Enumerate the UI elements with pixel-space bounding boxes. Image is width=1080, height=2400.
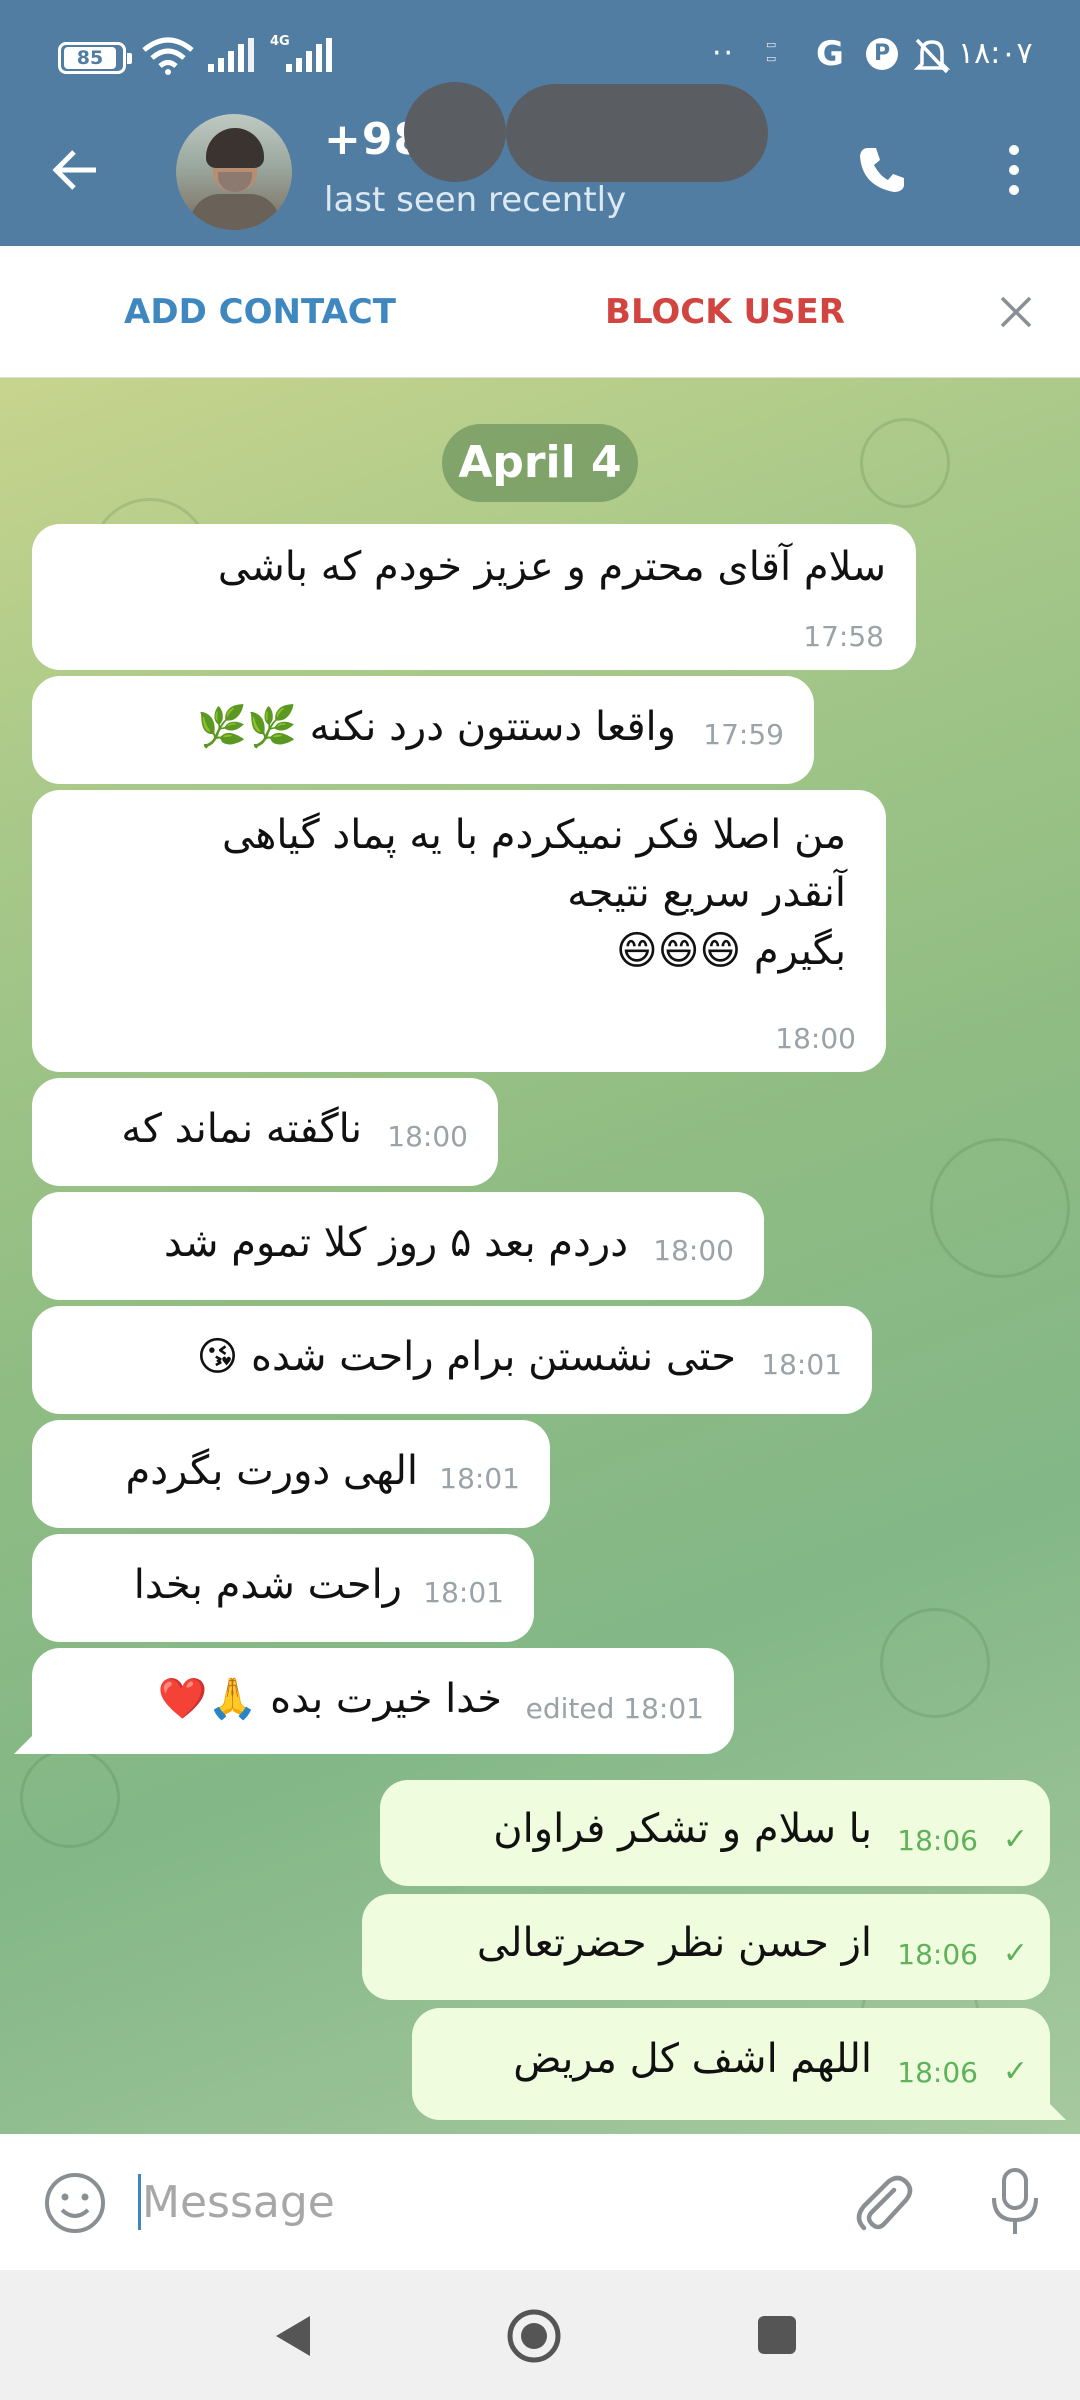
background-doodle (930, 1138, 1070, 1278)
message-text: واقعا دستتون درد نکنه 🌿🌿 (197, 704, 676, 750)
incoming-message[interactable]: خدا خیرت بده 🙏❤️ edited 18:01 (32, 1648, 734, 1754)
message-text: با سلام و تشکر فراوان (493, 1806, 872, 1852)
chat-area[interactable]: April 4 سلام آقای محترم و عزیز خودم که ب… (0, 378, 1080, 2134)
avatar[interactable] (176, 114, 292, 230)
pinterest-icon: P (866, 38, 898, 70)
more-vert-icon[interactable] (1002, 142, 1026, 198)
background-doodle (860, 418, 950, 508)
incoming-message[interactable]: راحت شدم بخدا 18:01 (32, 1534, 534, 1642)
last-seen-status: last seen recently (324, 180, 627, 220)
system-navigation-bar (0, 2270, 1080, 2400)
close-icon[interactable] (998, 294, 1034, 330)
message-text: حتی نشستن برام راحت شده 😘 (196, 1334, 736, 1380)
incoming-message[interactable]: الهی دورت بگردم 18:01 (32, 1420, 550, 1528)
read-check-icon: ✓ (1002, 1936, 1028, 1971)
message-time: 18:06 (897, 2056, 978, 2089)
message-text: از حسن نظر حضرتعالی (476, 1920, 872, 1966)
message-composer (0, 2134, 1080, 2270)
message-text: دردم بعد ۵ روز کلا تموم شد (164, 1220, 628, 1266)
arrow-left-icon[interactable] (50, 144, 102, 196)
message-time: 18:00 (653, 1234, 734, 1267)
signal-icon (286, 38, 332, 72)
message-time: 17:58 (803, 620, 884, 653)
battery-icon: 85 (58, 42, 132, 74)
message-time: edited 18:01 (525, 1692, 704, 1725)
message-time: 18:01 (423, 1576, 504, 1609)
message-time: 18:01 (439, 1462, 520, 1495)
read-check-icon: ✓ (1002, 2054, 1028, 2089)
read-check-icon: ✓ (1002, 1822, 1028, 1857)
paperclip-icon[interactable] (850, 2170, 914, 2234)
signal-icon (208, 38, 254, 72)
message-text: سلام آقای محترم و عزیز خودم که باشی (217, 544, 886, 590)
nav-back-icon[interactable] (270, 2312, 314, 2360)
outgoing-message[interactable]: با سلام و تشکر فراوان 18:06 ✓ (380, 1780, 1050, 1886)
outgoing-message[interactable]: از حسن نظر حضرتعالی 18:06 ✓ (362, 1894, 1050, 2000)
top-app-bar: 85 4G ·· ▭ ▭ G P ۱۸:۰۷ +98 last seen rec… (0, 0, 1080, 246)
clock: ۱۸:۰۷ (958, 36, 1033, 71)
incoming-message[interactable]: حتی نشستن برام راحت شده 😘 18:01 (32, 1306, 872, 1414)
message-text: اللهم اشف کل مریض (513, 2036, 872, 2082)
message-text: الهی دورت بگردم (125, 1448, 418, 1494)
message-line: بگیرم 😄😄😄 (616, 928, 846, 974)
block-user-button[interactable]: BLOCK USER (470, 246, 980, 378)
redacted-number (506, 84, 768, 182)
message-time: 18:06 (897, 1938, 978, 1971)
add-contact-button[interactable]: ADD CONTACT (0, 246, 520, 378)
message-text: خدا خیرت بده 🙏❤️ (157, 1676, 502, 1722)
battery-level: 85 (64, 47, 116, 69)
incoming-message[interactable]: من اصلا فکر نمیکردم با یه پماد گیاهی آنق… (32, 790, 886, 1072)
incoming-message[interactable]: دردم بعد ۵ روز کلا تموم شد 18:00 (32, 1192, 764, 1300)
redacted-number (404, 82, 506, 182)
mic-icon[interactable] (986, 2166, 1044, 2238)
app-notification-icon: ▭ ▭ (766, 38, 777, 65)
message-time: 17:59 (703, 718, 784, 751)
google-icon: G (816, 34, 844, 74)
message-time: 18:06 (897, 1824, 978, 1857)
message-time: 18:00 (387, 1120, 468, 1153)
background-doodle (20, 1748, 120, 1848)
incoming-message[interactable]: سلام آقای محترم و عزیز خودم که باشی 17:5… (32, 524, 916, 670)
message-time: 18:00 (775, 1022, 856, 1055)
contact-action-bar: ADD CONTACT BLOCK USER (0, 246, 1080, 378)
phone-icon[interactable] (854, 142, 910, 198)
message-line: آنقدر سریع نتیجه (567, 870, 846, 916)
outgoing-message[interactable]: اللهم اشف کل مریض 18:06 ✓ (412, 2008, 1050, 2120)
message-line: من اصلا فکر نمیکردم با یه پماد گیاهی (221, 812, 846, 858)
message-text: ناگفته نماند که (121, 1106, 362, 1152)
date-separator: April 4 (442, 424, 638, 502)
incoming-message[interactable]: ناگفته نماند که 18:00 (32, 1078, 498, 1186)
message-text: راحت شدم بخدا (133, 1562, 402, 1608)
incoming-message[interactable]: واقعا دستتون درد نکنه 🌿🌿 17:59 (32, 676, 814, 784)
wifi-icon (142, 37, 194, 75)
text-cursor (138, 2174, 141, 2230)
message-input[interactable] (142, 2162, 822, 2242)
nav-home-icon[interactable] (506, 2308, 562, 2364)
more-notifications-icon: ·· (712, 36, 736, 71)
smile-icon[interactable] (42, 2170, 108, 2236)
background-doodle (880, 1608, 990, 1718)
bell-off-icon (914, 38, 950, 74)
nav-recents-icon[interactable] (756, 2314, 798, 2356)
message-time: 18:01 (761, 1348, 842, 1381)
